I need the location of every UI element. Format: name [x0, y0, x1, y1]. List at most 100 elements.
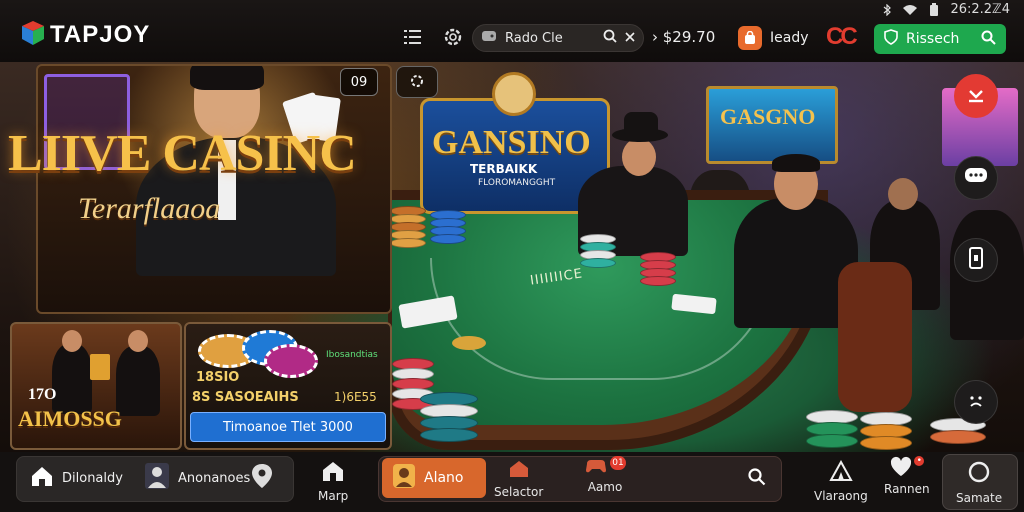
leather-chair — [838, 262, 912, 412]
nav-item-alano-active[interactable]: Alano — [382, 458, 486, 498]
chip-stack — [420, 392, 478, 442]
clear-search-icon[interactable] — [625, 31, 635, 46]
fedora-hat-crown — [624, 112, 658, 134]
shop-icon — [508, 460, 530, 481]
nav-rannen-label: Rannen — [884, 482, 930, 496]
host-figure — [52, 344, 92, 414]
nav-item-home[interactable]: Dilonaldy — [30, 464, 123, 492]
nav-item-samate[interactable]: Samate — [956, 460, 1002, 505]
nav-home-label: Dilonaldy — [62, 470, 123, 486]
live-casino-card[interactable] — [36, 64, 392, 314]
battery-icon — [928, 2, 940, 17]
avatar-icon — [392, 463, 416, 493]
ready-button[interactable]: Ieady — [738, 24, 809, 52]
promo-line-2-value: 1)6E55 — [334, 390, 377, 404]
nav-profile-label: Anonanoes — [178, 470, 251, 486]
search-input[interactable]: Rado Cle — [505, 31, 595, 46]
gear-icon — [409, 73, 425, 92]
controller-with-badge: 01 — [584, 456, 626, 476]
game-controller-icon — [481, 28, 497, 48]
balance-text: › $29.70 — [652, 28, 716, 46]
rannen-badge: • — [914, 456, 925, 466]
casino-sign-title: GANSINO — [432, 124, 591, 161]
tent-icon — [829, 459, 853, 485]
phone-fab[interactable] — [954, 238, 998, 282]
clock-text: 26:2.2ℤ4 — [950, 2, 1010, 17]
tapjoy-logo-icon — [20, 20, 46, 50]
chat-fab[interactable] — [954, 156, 998, 200]
green-action-button[interactable]: Rissech — [874, 24, 1006, 54]
live-card-badge[interactable]: 09 — [340, 68, 378, 96]
chat-bubble-icon — [964, 167, 988, 189]
live-casino-subtitle: Terarflaaoa — [78, 192, 221, 225]
neon-sign-text: GASGNO — [720, 104, 816, 129]
location-pin-icon[interactable] — [250, 462, 274, 494]
sign-avatar-portrait — [492, 72, 536, 116]
search-bar[interactable]: Rado Cle — [472, 24, 644, 52]
live-casino-title: LIIVE CASINC — [8, 125, 357, 182]
nav-samate-label: Samate — [956, 491, 1003, 505]
user-icon — [144, 462, 170, 494]
promo-card-title: AIMOSSG — [18, 406, 122, 431]
nav-item-profile[interactable]: Anonanoes — [144, 462, 250, 494]
app-logo[interactable]: TAPJOY — [20, 20, 150, 50]
dealer-head — [622, 138, 656, 176]
circle-icon — [967, 460, 991, 487]
promo-tag: Ibosandtias — [326, 350, 378, 360]
promo-line-1: 18SIO — [196, 370, 240, 385]
list-icon[interactable] — [400, 24, 426, 50]
nav-selector-label: Selactor — [494, 485, 544, 499]
promo-claim-button[interactable]: Timoanoe Tlet 3000 — [190, 412, 386, 442]
bag-icon — [738, 26, 762, 50]
nav-item-map[interactable]: Marp — [318, 460, 348, 503]
nav-alano-label: Alano — [424, 470, 464, 486]
heart-with-badge: • — [889, 456, 925, 478]
sad-face-icon — [967, 393, 985, 412]
hero-fullscreen-badge[interactable] — [396, 66, 438, 98]
nav-aamo-label: Aamo — [587, 480, 623, 494]
host-head — [62, 330, 82, 352]
chip-stack — [390, 206, 426, 248]
bottom-search-icon[interactable] — [748, 468, 766, 490]
green-action-label: Rissech — [906, 31, 960, 47]
spectator-head — [888, 178, 918, 210]
nav-item-selector[interactable]: Selactor — [494, 460, 543, 499]
host-head — [128, 330, 148, 352]
gift-fab[interactable] — [954, 380, 998, 424]
nav-item-rannen[interactable]: • Rannen — [884, 456, 930, 496]
search-icon[interactable] — [603, 29, 617, 47]
download-fab[interactable] — [954, 74, 998, 118]
status-bar: 26:2.2ℤ4 — [882, 2, 1010, 17]
wifi-icon — [902, 4, 918, 16]
host-hair — [190, 66, 264, 90]
ready-label: Ieady — [770, 30, 809, 46]
cc-brand-icon[interactable]: CC — [826, 23, 858, 51]
casino-sign-subtitle-small: FLOROMANGGHT — [478, 178, 556, 188]
host-figure — [116, 346, 160, 416]
nav-vlaraong-label: Vlaraong — [814, 489, 868, 503]
chip-icon — [264, 344, 318, 378]
heart-icon — [891, 456, 912, 476]
drink-glass — [90, 354, 110, 380]
logo-text: TAPJOY — [50, 21, 151, 48]
chip-stack — [580, 234, 616, 268]
chip-stack — [640, 252, 676, 286]
phone-icon — [969, 247, 983, 273]
shield-icon — [884, 29, 898, 49]
search-icon — [981, 30, 996, 49]
promo-card-number: 17O — [28, 386, 57, 403]
chip-stack — [430, 210, 466, 244]
table-chip — [452, 336, 486, 350]
casino-sign-subtitle: TERBAIKK — [470, 162, 538, 176]
settings-gear-icon[interactable] — [440, 24, 466, 50]
gamepad-icon — [586, 460, 606, 473]
download-icon — [966, 84, 986, 108]
nav-item-vlaraong[interactable]: Vlaraong — [814, 459, 868, 503]
nav-map-label: Marp — [318, 489, 349, 503]
home-icon — [30, 464, 54, 492]
player-hair — [772, 154, 820, 172]
chip-stack — [860, 412, 912, 450]
chip-stack — [806, 410, 858, 448]
nav-item-aamo[interactable]: 01 Aamo — [584, 456, 626, 494]
aamo-badge: 01 — [610, 456, 626, 470]
